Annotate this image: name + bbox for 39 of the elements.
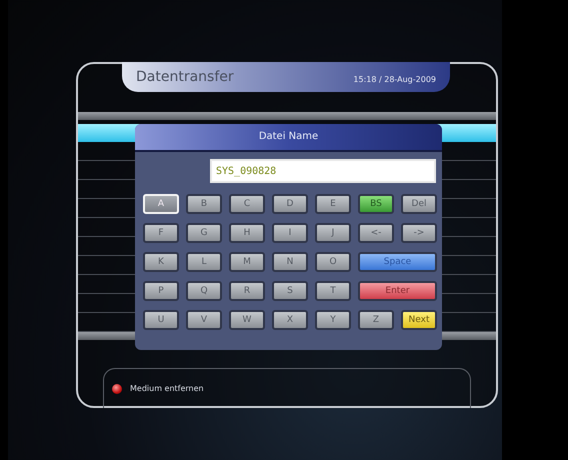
keyboard-key[interactable]: M (229, 252, 265, 272)
keyboard-key[interactable]: -> (401, 223, 437, 243)
keyboard-key[interactable]: <- (358, 223, 394, 243)
keyboard-key[interactable]: F (143, 223, 179, 243)
keyboard-key[interactable]: L (186, 252, 222, 272)
keyboard-key[interactable]: H (229, 223, 265, 243)
keyboard-key[interactable]: Next (401, 310, 437, 330)
keyboard-key[interactable]: Z (358, 310, 394, 330)
screen-title: Datentransfer (136, 69, 234, 85)
keyboard-key[interactable]: B (186, 194, 222, 214)
keyboard-key[interactable]: Space (358, 252, 437, 272)
keyboard-key[interactable]: C (229, 194, 265, 214)
keyboard-key[interactable]: G (186, 223, 222, 243)
keyboard-key[interactable]: E (315, 194, 351, 214)
keyboard-key[interactable]: P (143, 281, 179, 301)
keyboard-key[interactable]: R (229, 281, 265, 301)
keyboard-key[interactable]: S (272, 281, 308, 301)
keyboard-key[interactable]: A (143, 194, 179, 214)
keyboard-key[interactable]: U (143, 310, 179, 330)
keyboard-key[interactable]: X (272, 310, 308, 330)
keyboard-key[interactable]: I (272, 223, 308, 243)
footer-hint: Medium entfernen (130, 384, 204, 393)
keyboard-key[interactable]: Q (186, 281, 222, 301)
keyboard-key[interactable]: W (229, 310, 265, 330)
keyboard-key[interactable]: J (315, 223, 351, 243)
keyboard-key[interactable]: O (315, 252, 351, 272)
keyboard-key[interactable]: Del (401, 194, 437, 214)
remote-button-icon (112, 384, 122, 394)
keyboard-key[interactable]: Enter (358, 281, 437, 301)
keyboard-key[interactable]: BS (358, 194, 394, 214)
keyboard-key[interactable]: T (315, 281, 351, 301)
keyboard-key[interactable]: D (272, 194, 308, 214)
date-time: 15:18 / 28-Aug-2009 (353, 74, 436, 84)
keyboard-key[interactable]: N (272, 252, 308, 272)
file-name-field[interactable]: SYS_090828 (210, 159, 436, 183)
keyboard-key[interactable]: V (186, 310, 222, 330)
dialog-title: Datei Name (135, 124, 442, 152)
keyboard-key[interactable]: Y (315, 310, 351, 330)
keyboard-key[interactable]: K (143, 252, 179, 272)
